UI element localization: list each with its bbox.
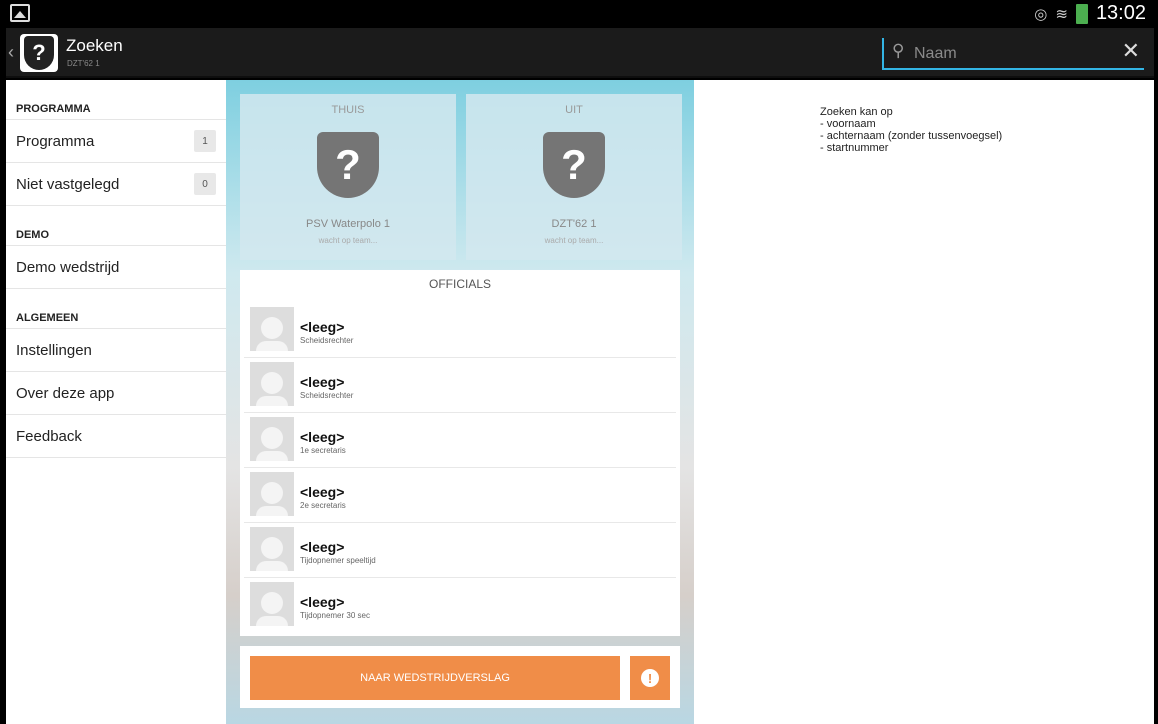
- official-name: <leeg>: [300, 374, 345, 390]
- official-role: 1e secretaris: [300, 446, 346, 455]
- away-team-name: DZT'62 1: [551, 218, 597, 230]
- away-team-status: wacht op team...: [544, 236, 604, 245]
- count-badge: 0: [194, 173, 216, 195]
- section-header-demo: DEMO: [6, 206, 226, 246]
- away-shield-icon: ?: [543, 132, 605, 198]
- home-shield-icon: ?: [317, 132, 379, 198]
- official-role: Scheidsrechter: [300, 336, 354, 345]
- sidebar: PROGRAMMA Programma 1 Niet vastgelegd 0 DEMO D…: [6, 80, 226, 724]
- section-header-algemeen: ALGEMEEN: [6, 289, 226, 329]
- help-line: Zoeken kan op: [820, 106, 893, 118]
- alert-icon: !: [641, 669, 659, 687]
- official-name: <leeg>: [300, 319, 345, 335]
- match-panel: THUIS ? PSV Waterpolo 1 wacht op team...…: [226, 80, 694, 724]
- sidebar-item-label: Demo wedstrijd: [16, 258, 120, 276]
- app-logo[interactable]: ?: [20, 34, 58, 72]
- officials-card: OFFICIALS <leeg> Scheidsrechter <leeg> Sche…: [240, 270, 680, 636]
- sidebar-item-label: Niet vastgelegd: [16, 175, 120, 193]
- search-input[interactable]: [914, 42, 1104, 66]
- back-chevron-icon[interactable]: ‹: [8, 42, 14, 63]
- action-bar: ‹ ? Zoeken DZT'62 1 ⚲ ✕: [6, 28, 1154, 78]
- official-name: <leeg>: [300, 484, 345, 500]
- home-label: THUIS: [331, 104, 365, 116]
- official-role: Scheidsrechter: [300, 391, 354, 400]
- help-line: - voornaam: [820, 118, 876, 130]
- page-title: Zoeken: [66, 36, 123, 55]
- home-team-name: PSV Waterpolo 1: [306, 218, 390, 230]
- count-badge: 1: [194, 130, 216, 152]
- search-icon: ⚲: [892, 41, 905, 60]
- officials-list: <leeg> Scheidsrechter <leeg> Scheidsrechter…: [240, 303, 680, 633]
- sidebar-item-over-deze-app[interactable]: Over deze app: [6, 372, 226, 415]
- home-team-status: wacht op team...: [318, 236, 378, 245]
- action-card: NAAR WEDSTRIJDVERSLAG !: [240, 646, 680, 708]
- official-name: <leeg>: [300, 594, 345, 610]
- officials-title: OFFICIALS: [428, 277, 491, 291]
- avatar-placeholder-icon: [250, 417, 294, 461]
- official-role: Tijdopnemer speeltijd: [300, 556, 376, 565]
- official-name: <leeg>: [300, 539, 345, 555]
- close-icon[interactable]: ✕: [1122, 38, 1140, 64]
- status-bar: ◎ ≋ 13:02: [6, 0, 1154, 28]
- official-name: <leeg>: [300, 429, 345, 445]
- avatar-placeholder-icon: [250, 527, 294, 571]
- help-line: - achternaam (zonder tussenvoegsel): [820, 130, 1003, 142]
- sidebar-item-instellingen[interactable]: Instellingen: [6, 329, 226, 372]
- sidebar-item-niet-vastgelegd[interactable]: Niet vastgelegd 0: [6, 163, 226, 206]
- help-panel: Zoeken kan op - voornaam - achternaam (zon…: [694, 80, 1154, 724]
- sidebar-item-label: Feedback: [16, 427, 82, 445]
- eye-icon: ◎: [1034, 5, 1048, 23]
- avatar-placeholder-icon: [250, 582, 294, 626]
- sidebar-item-feedback[interactable]: Feedback: [6, 415, 226, 458]
- clock: 13:02: [1095, 2, 1146, 24]
- image-icon: [10, 4, 30, 22]
- official-role: 2e secretaris: [300, 501, 346, 510]
- battery-icon: [1075, 3, 1088, 24]
- sidebar-item-demo-wedstrijd[interactable]: Demo wedstrijd: [6, 246, 226, 289]
- official-row[interactable]: <leeg> Tijdopnemer speeltijd: [244, 523, 676, 578]
- section-header-programma: PROGRAMMA: [6, 80, 226, 120]
- official-row[interactable]: <leeg> 1e secretaris: [244, 413, 676, 468]
- avatar-placeholder-icon: [250, 472, 294, 516]
- official-row[interactable]: <leeg> 2e secretaris: [244, 468, 676, 523]
- sidebar-item-programma[interactable]: Programma 1: [6, 120, 226, 163]
- official-row[interactable]: <leeg> Scheidsrechter: [244, 303, 676, 358]
- page-subtitle: DZT'62 1: [67, 59, 100, 68]
- search-help-text: Zoeken kan op - voornaam - achternaam (zon…: [820, 106, 1002, 154]
- sidebar-item-label: Over deze app: [16, 384, 115, 402]
- wifi-icon: ≋: [1055, 5, 1068, 23]
- help-line: - startnummer: [820, 142, 889, 154]
- official-role: Tijdopnemer 30 sec: [300, 611, 370, 620]
- sidebar-item-label: Programma: [16, 132, 95, 150]
- search-box: ⚲ ✕: [882, 38, 1144, 70]
- away-label: UIT: [565, 104, 583, 116]
- shield-icon: ?: [24, 36, 54, 70]
- alert-button[interactable]: !: [630, 656, 670, 700]
- avatar-placeholder-icon: [250, 362, 294, 406]
- match-report-button[interactable]: NAAR WEDSTRIJDVERSLAG: [250, 656, 620, 700]
- home-team-card[interactable]: THUIS ? PSV Waterpolo 1 wacht op team...: [240, 94, 456, 260]
- content-area: PROGRAMMA Programma 1 Niet vastgelegd 0 DEMO D…: [6, 80, 1154, 724]
- official-row[interactable]: <leeg> Tijdopnemer 30 sec: [244, 578, 676, 633]
- avatar-placeholder-icon: [250, 307, 294, 351]
- sidebar-item-label: Instellingen: [16, 341, 92, 359]
- away-team-card[interactable]: UIT ? DZT'62 1 wacht op team...: [466, 94, 682, 260]
- official-row[interactable]: <leeg> Scheidsrechter: [244, 358, 676, 413]
